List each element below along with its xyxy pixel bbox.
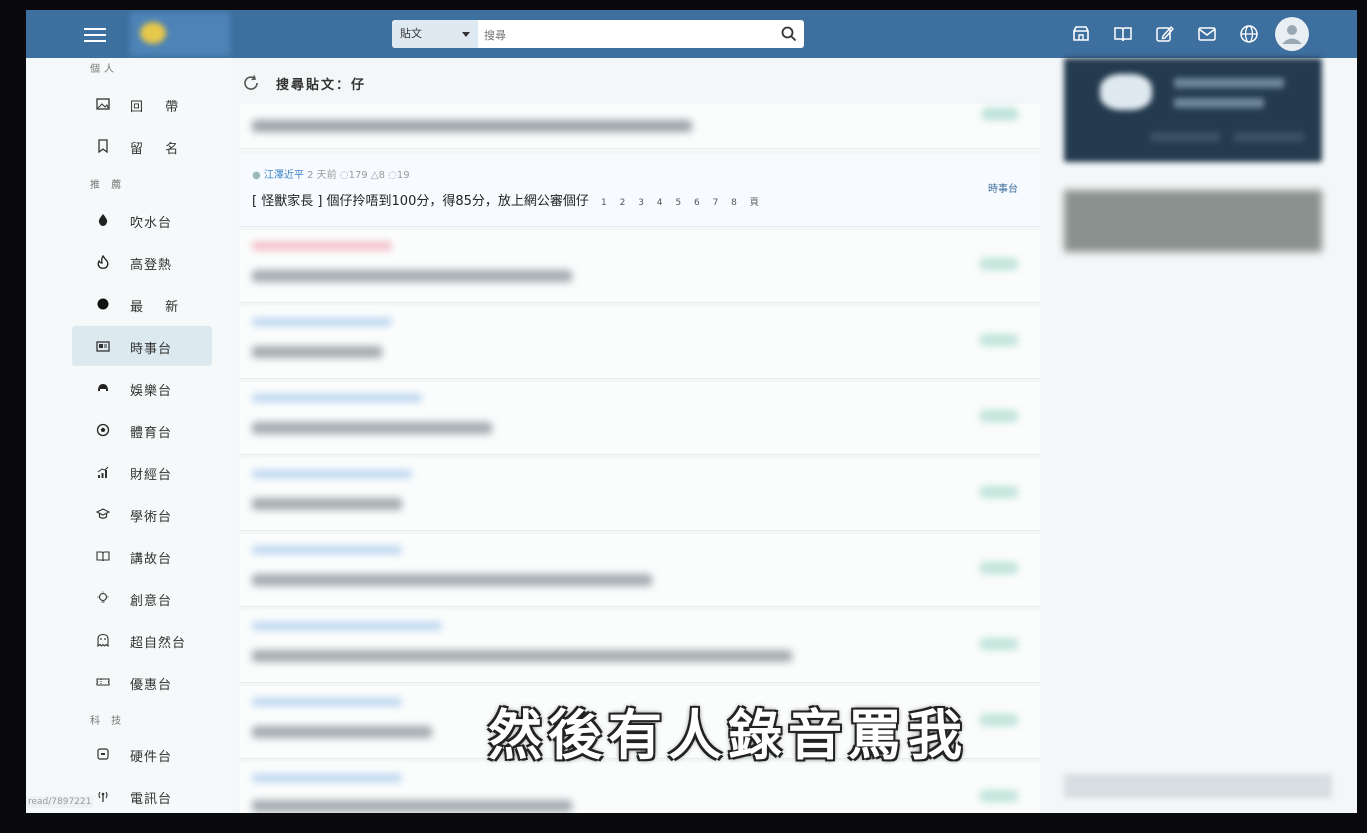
sidebar-item-hardware[interactable]: 硬件台 bbox=[72, 734, 212, 774]
post-meta: ● 江澤近平 2 天前 ◌179 △8 ◌19 bbox=[252, 170, 410, 181]
site-logo[interactable] bbox=[130, 12, 230, 56]
fire-icon bbox=[97, 255, 109, 269]
refresh-icon[interactable] bbox=[242, 74, 260, 92]
sidebar-item-finance[interactable]: 財經台 bbox=[72, 452, 212, 492]
sidebar-item-label: 電訊台 bbox=[130, 792, 173, 807]
newspaper-icon bbox=[96, 341, 110, 352]
menu-icon[interactable] bbox=[84, 24, 106, 44]
sidebar-item-label: 體育台 bbox=[130, 426, 173, 441]
helmet-icon bbox=[98, 384, 108, 391]
app-window: 貼文 搜尋 個人 回 帶 留 名 推 薦 吹水台 高登熱 最 新 時事台 娛樂台… bbox=[26, 10, 1357, 813]
post-row-blurred[interactable] bbox=[240, 104, 1040, 149]
sidebar: 個人 回 帶 留 名 推 薦 吹水台 高登熱 最 新 時事台 娛樂台 體育台 財… bbox=[26, 58, 232, 813]
footer-links bbox=[1064, 774, 1332, 798]
bulb-icon bbox=[97, 591, 109, 603]
bookmark-icon bbox=[98, 139, 108, 153]
sidebar-item-label: 超自然台 bbox=[130, 636, 187, 651]
avatar[interactable] bbox=[1275, 17, 1309, 51]
sidebar-item-label: 財經台 bbox=[130, 468, 173, 483]
post-row[interactable]: ● 江澤近平 2 天前 ◌179 △8 ◌19 [ 怪獸家長 ] 個仔拎唔到10… bbox=[240, 154, 1040, 227]
store-icon[interactable] bbox=[1071, 24, 1091, 44]
post-likes: 8 bbox=[378, 170, 385, 181]
post-row-blurred[interactable] bbox=[240, 762, 1040, 813]
post-pages[interactable]: 1 2 3 4 5 6 7 8 頁 bbox=[601, 198, 764, 208]
top-bar: 貼文 bbox=[26, 10, 1357, 58]
search-input[interactable] bbox=[482, 24, 776, 46]
sidebar-item-sports[interactable]: 體育台 bbox=[72, 410, 212, 450]
post-title-line: [ 怪獸家長 ] 個仔拎唔到100分，得85分，放上網公審個仔 1 2 3 4 … bbox=[252, 190, 764, 209]
sidebar-item-label: 高登熱 bbox=[130, 258, 173, 273]
sidebar-item-chat[interactable]: 吹水台 bbox=[72, 200, 212, 240]
search-icon[interactable] bbox=[780, 25, 798, 43]
sidebar-item-label: 硬件台 bbox=[130, 750, 173, 765]
post-row-blurred[interactable] bbox=[240, 458, 1040, 531]
post-row-blurred[interactable] bbox=[240, 610, 1040, 683]
book-icon bbox=[96, 551, 110, 562]
section-label-personal: 個人 bbox=[90, 64, 118, 75]
search-scope-label: 貼文 bbox=[400, 27, 422, 40]
video-subtitle: 然後有人錄音罵我 bbox=[488, 704, 968, 767]
mail-icon[interactable] bbox=[1197, 24, 1217, 44]
chip-icon bbox=[97, 748, 109, 760]
sidebar-item-hot[interactable]: 高登熱 bbox=[72, 242, 212, 282]
image-icon bbox=[96, 98, 110, 110]
post-row-blurred[interactable] bbox=[240, 230, 1040, 303]
post-comments: 19 bbox=[396, 170, 410, 181]
post-row-blurred[interactable] bbox=[240, 306, 1040, 379]
post-row-blurred[interactable] bbox=[240, 534, 1040, 607]
soccer-icon bbox=[96, 423, 110, 437]
sidebar-item-label: 學術台 bbox=[130, 510, 173, 525]
sidebar-item-stories[interactable]: 講故台 bbox=[72, 536, 212, 576]
grad-cap-icon bbox=[96, 508, 110, 519]
sidebar-item-label: 創意台 bbox=[130, 594, 173, 609]
user-icon bbox=[1282, 25, 1302, 44]
sidebar-item-label: 講故台 bbox=[130, 552, 173, 567]
sidebar-item-latest[interactable]: 最 新 bbox=[72, 284, 212, 324]
section-label-tech: 科 技 bbox=[90, 716, 126, 727]
ad-banner[interactable] bbox=[1064, 58, 1322, 162]
page-title: 搜尋貼文：仔 bbox=[276, 78, 367, 93]
status-url-tooltip: read/7897221 bbox=[26, 796, 94, 808]
sidebar-item-label: 優惠台 bbox=[130, 678, 173, 693]
sidebar-item-supernatural[interactable]: 超自然台 bbox=[72, 620, 212, 660]
globe-icon[interactable] bbox=[1239, 24, 1259, 44]
post-row-blurred[interactable] bbox=[240, 382, 1040, 455]
post-views: 179 bbox=[348, 170, 368, 181]
thumb-icon: △ bbox=[370, 170, 379, 181]
sidebar-item-reply[interactable]: 回 帶 bbox=[72, 84, 212, 124]
book-open-icon[interactable] bbox=[1113, 24, 1133, 44]
sidebar-item-label: 回 帶 bbox=[130, 100, 188, 115]
ad-banner[interactable] bbox=[1064, 190, 1322, 252]
sidebar-item-bookmark[interactable]: 留 名 bbox=[72, 126, 212, 166]
signal-bars-icon bbox=[97, 466, 109, 478]
search-results: 搜尋貼文：仔 ● 江澤近平 2 天前 ◌179 △8 ◌19 [ 怪獸家長 ] … bbox=[232, 58, 1093, 813]
sidebar-item-label: 最 新 bbox=[130, 300, 188, 315]
droplet-icon bbox=[98, 214, 108, 226]
search-scope-select[interactable]: 貼文 bbox=[392, 20, 478, 48]
ghost-icon bbox=[97, 633, 109, 647]
eye-icon: ◌ bbox=[339, 170, 349, 181]
post-time: 2 天前 bbox=[307, 170, 337, 181]
right-panel bbox=[1048, 58, 1357, 813]
caret-down-icon bbox=[462, 32, 470, 37]
post-author[interactable]: 江澤近平 bbox=[264, 170, 304, 181]
dot-icon bbox=[97, 298, 109, 310]
comment-icon: ◌ bbox=[388, 170, 397, 181]
post-channel-tag[interactable]: 時事台 bbox=[988, 180, 1018, 195]
sidebar-item-deals[interactable]: 優惠台 bbox=[72, 662, 212, 702]
search-bar: 貼文 bbox=[392, 20, 804, 48]
post-title[interactable]: [ 怪獸家長 ] 個仔拎唔到100分，得85分，放上網公審個仔 bbox=[252, 194, 589, 209]
sidebar-item-entertainment[interactable]: 娛樂台 bbox=[72, 368, 212, 408]
section-label-recommend: 推 薦 bbox=[90, 180, 126, 191]
sidebar-item-label: 留 名 bbox=[130, 142, 188, 157]
ticket-icon bbox=[96, 678, 110, 686]
sidebar-item-label: 時事台 bbox=[130, 342, 173, 357]
sidebar-item-academic[interactable]: 學術台 bbox=[72, 494, 212, 534]
antenna-icon bbox=[98, 791, 108, 802]
sidebar-item-label: 娛樂台 bbox=[130, 384, 173, 399]
sidebar-item-creative[interactable]: 創意台 bbox=[72, 578, 212, 618]
sidebar-item-label: 吹水台 bbox=[130, 216, 173, 231]
edit-icon[interactable] bbox=[1155, 24, 1175, 44]
sidebar-item-current-affairs[interactable]: 時事台 bbox=[72, 326, 212, 366]
